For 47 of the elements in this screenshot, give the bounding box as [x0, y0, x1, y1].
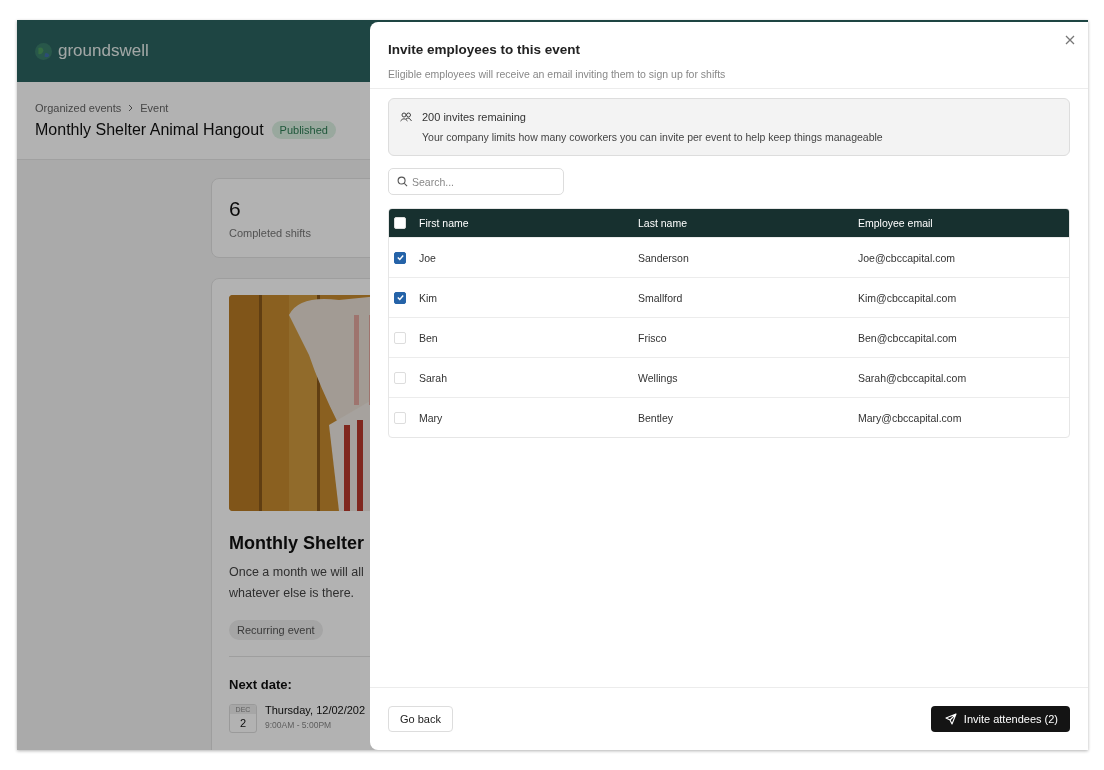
breadcrumb-link[interactable]: Organized events: [35, 102, 122, 114]
brand-name: groundswell: [58, 41, 149, 61]
status-badge: Published: [271, 121, 336, 139]
send-icon: [944, 713, 957, 725]
dialog-title: Invite employees to this event: [388, 42, 582, 57]
table-cell-text: Kim@cbccapital.com: [858, 291, 958, 304]
table-cell-text: Kim: [419, 291, 439, 304]
search-icon: [397, 176, 408, 187]
close-icon[interactable]: [1064, 34, 1076, 46]
table-cell-text: Joe: [419, 251, 437, 264]
table-cell-text: Ben: [419, 331, 439, 344]
event-time: 9:00AM - 5:00PM: [265, 720, 333, 730]
table-cell-text: Sarah@cbccapital.com: [858, 371, 968, 384]
table-cell-text: Wellings: [638, 371, 679, 384]
people-icon: [400, 112, 412, 122]
event-description: whatever else is there.: [229, 585, 356, 602]
chevron-right-icon: [127, 104, 135, 112]
checkbox[interactable]: [394, 251, 406, 264]
stat-label: Completed shifts: [229, 227, 312, 239]
go-back-button[interactable]: Go back: [388, 706, 453, 732]
column-header: Last name: [638, 217, 689, 229]
globe-logo-icon: [35, 42, 52, 60]
table-cell-text: Mary@cbccapital.com: [858, 411, 963, 424]
event-card-title: Monthly Shelter: [229, 533, 365, 554]
invite-button[interactable]: Invite attendees (2): [930, 706, 1070, 732]
event-tag: Recurring event: [229, 620, 323, 640]
table-cell-text: Bentley: [638, 411, 675, 424]
table-cell-text: Frisco: [638, 331, 668, 344]
table-cell-text: Mary: [419, 411, 444, 424]
column-header: Employee email: [858, 217, 934, 229]
table-cell-text: Joe@cbccapital.com: [858, 251, 957, 264]
stat-value: 6: [229, 197, 242, 221]
checkbox[interactable]: [394, 291, 406, 304]
event-title: Monthly Shelter Animal Hangout: [35, 121, 264, 139]
search-field[interactable]: Search...: [388, 168, 564, 195]
next-date-label: Next date:: [229, 677, 293, 692]
notice-text: Your company limits how many coworkers you can invite per event to help keep things manageable: [422, 131, 884, 143]
table-cell-text: Sarah: [419, 371, 449, 384]
event-description: Once a month we will all: [229, 564, 365, 581]
event-date: Thursday, 12/02/202: [265, 704, 366, 716]
column-header: First name: [419, 217, 470, 229]
breadcrumb-link[interactable]: Event: [140, 102, 169, 114]
table-cell-text: Ben@cbccapital.com: [858, 331, 958, 344]
table-cell-text: Sanderson: [638, 251, 690, 264]
dialog-subtitle: Eligible employees will receive an email inviting them to sign up for shifts: [388, 68, 727, 80]
notice-title: 200 invites remaining: [422, 111, 527, 123]
table-cell-text: Smallford: [638, 291, 684, 304]
